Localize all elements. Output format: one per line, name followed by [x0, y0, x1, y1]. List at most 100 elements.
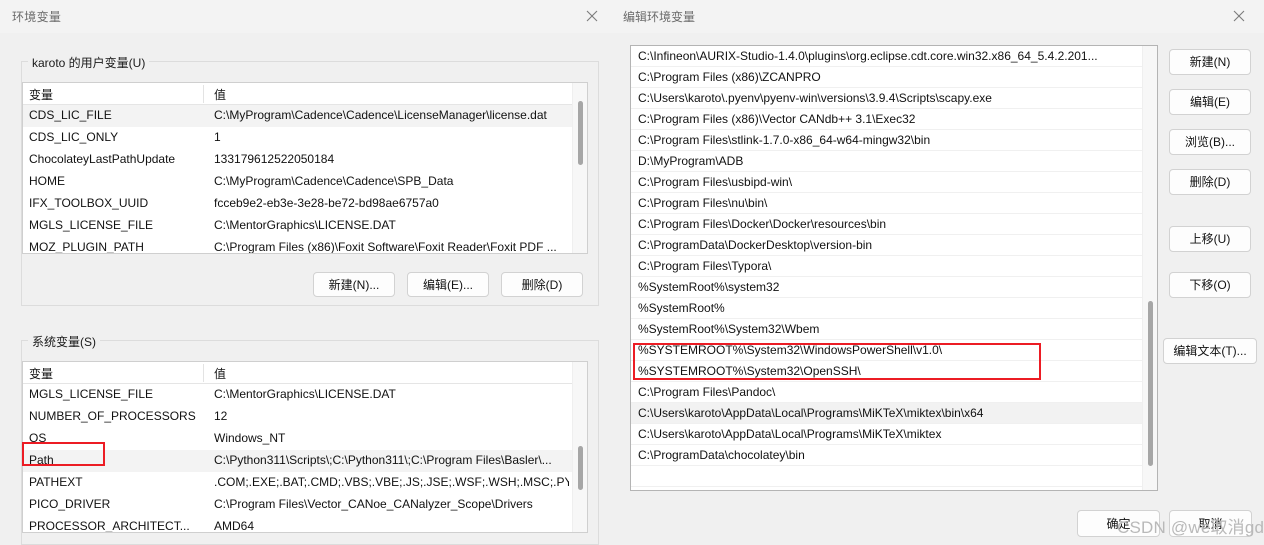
user-table-scrollbar[interactable] [572, 83, 587, 253]
table-row[interactable]: Path C:\Python311\Scripts\;C:\Python311\;… [23, 450, 587, 472]
user-var-name: ChocolateyLastPathUpdate [29, 152, 176, 166]
system-table-scrollbar[interactable] [572, 362, 587, 532]
list-item[interactable]: C:\Users\karoto\.pyenv\pyenv-win\version… [631, 88, 1157, 109]
table-row[interactable]: MOZ_PLUGIN_PATH C:\Program Files (x86)\Fo… [23, 237, 587, 253]
path-entry-text: C:\Users\karoto\AppData\Local\Programs\M… [638, 406, 984, 420]
path-list-scrollbar[interactable] [1142, 46, 1157, 490]
close-icon[interactable] [575, 4, 609, 28]
list-item[interactable]: C:\Program Files\Pandoc\ [631, 382, 1157, 403]
path-entry-text: %SystemRoot%\System32\Wbem [638, 322, 820, 336]
system-col-divider[interactable] [203, 364, 204, 382]
list-item[interactable]: C:\Program Files\Typora\ [631, 256, 1157, 277]
list-item[interactable]: %SYSTEMROOT%\System32\WindowsPowerShell\… [631, 340, 1157, 361]
list-item[interactable]: C:\ProgramData\chocolatey\bin [631, 445, 1157, 466]
list-item[interactable] [631, 466, 1157, 487]
system-var-name: PROCESSOR_ARCHITECT... [29, 519, 190, 533]
system-variables-table[interactable]: 变量 值 MGLS_LICENSE_FILE C:\MentorGraphics\… [22, 361, 588, 533]
table-row[interactable]: CDS_LIC_FILE C:\MyProgram\Cadence\Cadence… [23, 105, 587, 127]
list-item[interactable]: C:\Program Files\usbipd-win\ [631, 172, 1157, 193]
list-item[interactable]: C:\Program Files\Docker\Docker\resources… [631, 214, 1157, 235]
path-entry-text: D:\MyProgram\ADB [638, 154, 744, 168]
user-table-scroll-thumb[interactable] [578, 101, 583, 165]
user-var-name: CDS_LIC_ONLY [29, 130, 119, 144]
list-item[interactable]: C:\Program Files (x86)\ZCANPRO [631, 67, 1157, 88]
system-var-name: OS [29, 431, 47, 445]
list-item[interactable]: C:\Infineon\AURIX-Studio-1.4.0\plugins\o… [631, 46, 1157, 67]
system-table-scroll-thumb[interactable] [578, 446, 583, 490]
system-var-value: C:\Python311\Scripts\;C:\Python311\;C:\P… [214, 453, 552, 467]
path-entry-text: C:\Users\karoto\.pyenv\pyenv-win\version… [638, 91, 992, 105]
table-row[interactable]: PICO_DRIVER C:\Program Files\Vector_CANoe… [23, 494, 587, 516]
path-delete-button[interactable]: 删除(D) [1169, 169, 1251, 195]
user-col-divider[interactable] [203, 85, 204, 103]
left-window-title: 环境变量 [12, 10, 62, 24]
user-var-name: IFX_TOOLBOX_UUID [29, 196, 149, 210]
path-entry-text: C:\Program Files\nu\bin\ [638, 196, 768, 210]
path-entry-text: C:\Users\karoto\AppData\Local\Programs\M… [638, 427, 942, 441]
path-entry-text: C:\Program Files (x86)\Vector CANdb++ 3.… [638, 112, 916, 126]
path-entry-text: C:\Program Files\Docker\Docker\resources… [638, 217, 887, 231]
path-list-scroll-thumb[interactable] [1148, 301, 1153, 466]
system-col-variable[interactable]: 变量 [29, 365, 53, 382]
table-row[interactable]: ChocolateyLastPathUpdate 1331796125220501… [23, 149, 587, 171]
user-var-value: 133179612522050184 [214, 152, 335, 166]
system-var-name: MGLS_LICENSE_FILE [29, 387, 154, 401]
close-glyph [586, 10, 598, 22]
path-move-down-button[interactable]: 下移(O) [1169, 272, 1251, 298]
system-col-value[interactable]: 值 [214, 365, 226, 382]
user-col-variable[interactable]: 变量 [29, 86, 53, 103]
path-edit-text-button[interactable]: 编辑文本(T)... [1163, 338, 1257, 364]
path-entry-text: C:\Program Files\usbipd-win\ [638, 175, 793, 189]
list-item[interactable]: D:\MyProgram\ADB [631, 151, 1157, 172]
user-var-value: C:\MyProgram\Cadence\Cadence\SPB_Data [214, 174, 454, 188]
table-row[interactable]: MGLS_LICENSE_FILE C:\MentorGraphics\LICEN… [23, 215, 587, 237]
close-icon[interactable] [1222, 4, 1256, 28]
user-var-value: fcceb9e2-eb3e-3e28-be72-bd98ae6757a0 [214, 196, 439, 210]
table-row[interactable]: PATHEXT .COM;.EXE;.BAT;.CMD;.VBS;.VBE;.JS… [23, 472, 587, 494]
user-var-name: HOME [29, 174, 65, 188]
list-item[interactable]: C:\Program Files (x86)\Vector CANdb++ 3.… [631, 109, 1157, 130]
path-move-up-button[interactable]: 上移(U) [1169, 226, 1251, 252]
user-edit-button[interactable]: 编辑(E)... [407, 272, 489, 297]
user-new-button[interactable]: 新建(N)... [313, 272, 395, 297]
path-entry-text: C:\Program Files\Pandoc\ [638, 385, 776, 399]
table-row[interactable]: PROCESSOR_ARCHITECT... AMD64 [23, 516, 587, 533]
list-item[interactable]: %SystemRoot%\System32\Wbem [631, 319, 1157, 340]
user-var-value: C:\MentorGraphics\LICENSE.DAT [214, 218, 396, 232]
user-var-name: MGLS_LICENSE_FILE [29, 218, 154, 232]
cancel-button[interactable]: 取消 [1169, 510, 1252, 537]
user-variables-table[interactable]: 变量 值 CDS_LIC_FILE C:\MyProgram\Cadence\Ca… [22, 82, 588, 254]
list-item[interactable]: %SystemRoot% [631, 298, 1157, 319]
system-var-value: AMD64 [214, 519, 255, 533]
table-row[interactable]: HOME C:\MyProgram\Cadence\Cadence\SPB_Dat… [23, 171, 587, 193]
table-row[interactable]: MGLS_LICENSE_FILE C:\MentorGraphics\LICEN… [23, 384, 587, 406]
path-entry-text: C:\Program Files\Typora\ [638, 259, 772, 273]
list-item[interactable]: C:\Users\karoto\AppData\Local\Programs\M… [631, 403, 1157, 424]
user-table-header: 变量 值 [23, 83, 587, 105]
path-entries-list[interactable]: C:\Infineon\AURIX-Studio-1.4.0\plugins\o… [630, 45, 1158, 491]
path-entry-text: C:\ProgramData\chocolatey\bin [638, 448, 805, 462]
ok-button[interactable]: 确定 [1077, 510, 1160, 537]
table-row[interactable]: NUMBER_OF_PROCESSORS 12 [23, 406, 587, 428]
system-var-name: PICO_DRIVER [29, 497, 111, 511]
path-entries-rows: C:\Infineon\AURIX-Studio-1.4.0\plugins\o… [631, 46, 1157, 487]
list-item[interactable]: %SystemRoot%\system32 [631, 277, 1157, 298]
list-item[interactable]: C:\Program Files\stlink-1.7.0-x86_64-w64… [631, 130, 1157, 151]
path-browse-button[interactable]: 浏览(B)... [1169, 129, 1251, 155]
list-item[interactable]: %SYSTEMROOT%\System32\OpenSSH\ [631, 361, 1157, 382]
close-glyph [1233, 10, 1245, 22]
user-col-value[interactable]: 值 [214, 86, 226, 103]
path-edit-button[interactable]: 编辑(E) [1169, 89, 1251, 115]
system-var-name: PATHEXT [29, 475, 83, 489]
path-entry-text: C:\ProgramData\DockerDesktop\version-bin [638, 238, 873, 252]
list-item[interactable]: C:\ProgramData\DockerDesktop\version-bin [631, 235, 1157, 256]
user-delete-button[interactable]: 删除(D) [501, 272, 583, 297]
table-row[interactable]: IFX_TOOLBOX_UUID fcceb9e2-eb3e-3e28-be72-… [23, 193, 587, 215]
path-entry-text: %SYSTEMROOT%\System32\WindowsPowerShell\… [638, 343, 943, 357]
table-row[interactable]: CDS_LIC_ONLY 1 [23, 127, 587, 149]
environment-variables-window: 环境变量 karoto 的用户变量(U) 变量 值 CDS_LIC_FILE C:… [0, 0, 609, 545]
table-row[interactable]: OS Windows_NT [23, 428, 587, 450]
list-item[interactable]: C:\Program Files\nu\bin\ [631, 193, 1157, 214]
path-new-button[interactable]: 新建(N) [1169, 49, 1251, 75]
list-item[interactable]: C:\Users\karoto\AppData\Local\Programs\M… [631, 424, 1157, 445]
